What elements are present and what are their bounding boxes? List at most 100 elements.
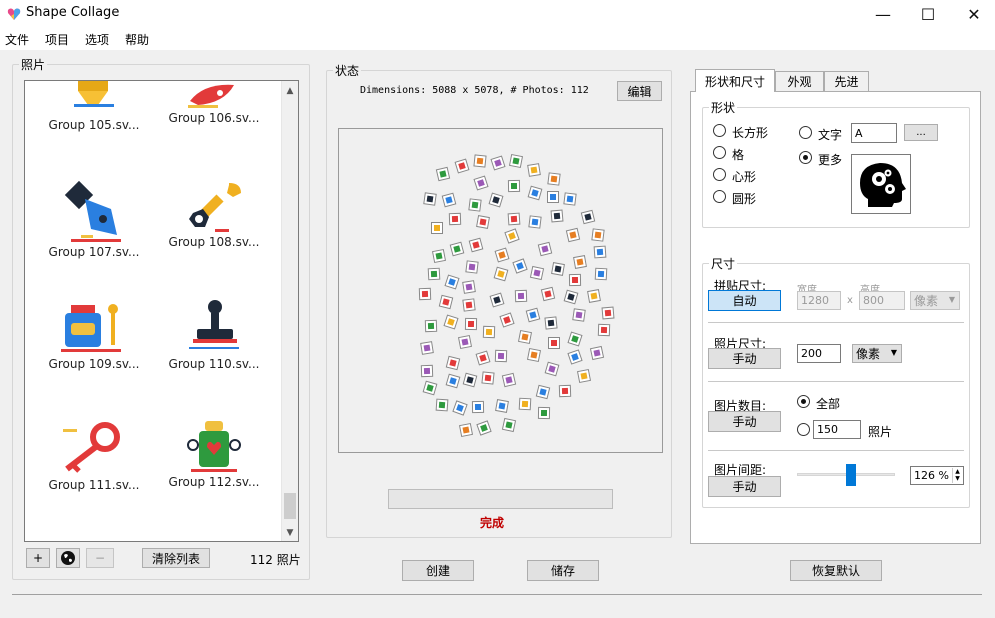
app-icon — [7, 8, 21, 20]
scroll-up-arrow[interactable]: ▲ — [282, 82, 298, 99]
collage-tile — [548, 337, 561, 350]
shape-preview[interactable] — [851, 154, 911, 214]
shape-circle-radio[interactable] — [713, 190, 726, 203]
collage-tile — [436, 167, 451, 182]
menu-bar — [0, 28, 995, 50]
collage-unit-select[interactable]: 像素 ▼ — [910, 291, 960, 310]
collage-tile — [489, 292, 505, 308]
photo-list[interactable]: Group 105.sv... Group 106.sv... Group 10… — [24, 80, 299, 542]
shape-grid-radio[interactable] — [713, 146, 726, 159]
funnel-icon — [74, 81, 114, 107]
spacing-value-input[interactable]: 126 % ▲ ▼ — [910, 466, 964, 485]
collage-tile — [476, 215, 491, 230]
collage-tile — [423, 192, 438, 206]
photo-count-input[interactable]: 150 — [813, 420, 861, 439]
collage-height-input[interactable]: 800 — [859, 291, 905, 310]
collage-tile — [526, 162, 541, 177]
collage-tile — [538, 241, 553, 257]
collage-width-input[interactable]: 1280 — [797, 291, 841, 310]
collage-tile — [507, 179, 520, 193]
photo-caption: Group 109.sv... — [48, 357, 140, 371]
photo-caption: Group 110.sv... — [168, 357, 260, 371]
tab-appearance[interactable]: 外观 — [775, 71, 824, 91]
collage-tile — [530, 265, 545, 280]
size-x-separator: x — [847, 295, 853, 306]
maximize-button[interactable]: ☐ — [905, 0, 951, 28]
chevron-down-icon: ▼ — [890, 348, 897, 357]
collage-tile — [577, 369, 592, 384]
reset-defaults-button[interactable]: 恢复默认 — [790, 560, 882, 581]
add-from-web-button[interactable] — [56, 548, 80, 568]
clear-list-button[interactable]: 清除列表 — [142, 548, 210, 568]
menu-project[interactable]: 项目 — [45, 31, 69, 48]
collage-tile — [459, 422, 474, 437]
photo-count-manual-button[interactable]: 手动 — [708, 411, 781, 432]
shape-rectangle-radio[interactable] — [713, 124, 726, 137]
menu-file[interactable]: 文件 — [5, 31, 29, 48]
photo-count-all-radio[interactable] — [797, 395, 810, 408]
collage-tile — [567, 331, 583, 347]
status-done-text: 完成 — [480, 516, 505, 530]
bottom-separator — [12, 594, 982, 595]
photo-caption: Group 112.sv... — [168, 475, 260, 489]
close-button[interactable]: ✕ — [951, 0, 995, 28]
collage-tile — [527, 215, 542, 229]
scrollbar[interactable]: ▲ ▼ — [281, 81, 298, 541]
edit-button[interactable]: 编辑 — [617, 81, 662, 101]
globe-icon — [61, 551, 75, 565]
progress-bar — [388, 489, 613, 509]
shape-more-radio[interactable] — [799, 151, 812, 164]
collage-tile — [563, 192, 577, 206]
window-title: Shape Collage — [26, 5, 120, 20]
shape-heart-label: 心形 — [732, 170, 757, 184]
photo-count-custom-radio[interactable] — [797, 423, 810, 436]
collage-tile — [527, 185, 543, 201]
collage-tile — [501, 417, 517, 432]
collage-tile — [544, 316, 558, 330]
tab-shape-size[interactable]: 形状和尺寸 — [695, 69, 775, 92]
scroll-down-arrow[interactable]: ▼ — [282, 524, 298, 541]
spacing-spinner[interactable]: ▲ ▼ — [952, 468, 962, 483]
photo-size-manual-button[interactable]: 手动 — [708, 348, 781, 369]
status-legend: 状态 — [335, 64, 360, 78]
shape-heart-radio[interactable] — [713, 168, 726, 181]
collage-tile — [473, 175, 489, 191]
shape-text-radio[interactable] — [799, 126, 812, 139]
collage-unit-value: 像素 — [914, 294, 939, 308]
photos-legend: 照片 — [21, 58, 46, 72]
collage-tile — [420, 364, 434, 377]
collage-tile — [558, 385, 571, 398]
create-button[interactable]: 创建 — [402, 560, 474, 581]
collage-tile — [444, 274, 460, 290]
collage-tile — [518, 330, 533, 345]
shape-grid-label: 格 — [732, 148, 745, 162]
minimize-button[interactable]: — — [860, 0, 906, 28]
spacing-slider-thumb[interactable] — [845, 464, 856, 486]
photo-size-input[interactable]: 200 — [797, 344, 841, 363]
menu-help[interactable]: 帮助 — [125, 31, 149, 48]
shape-browse-button[interactable]: ... — [904, 124, 938, 141]
collage-tile — [441, 192, 457, 208]
collage-tile — [427, 268, 440, 281]
collage-tile — [422, 380, 438, 396]
add-photo-button[interactable]: + — [26, 548, 50, 568]
save-button[interactable]: 储存 — [527, 560, 599, 581]
remove-photo-button[interactable]: − — [86, 548, 114, 568]
collage-tile — [473, 153, 487, 168]
photo-size-unit-select[interactable]: 像素 ▼ — [852, 344, 902, 363]
shape-text-input[interactable]: A — [851, 123, 897, 143]
sippy-cup-icon — [187, 421, 241, 472]
collage-tile — [494, 247, 510, 263]
divider — [708, 381, 964, 382]
menu-options[interactable]: 选项 — [85, 31, 109, 48]
paste-size-auto-button[interactable]: 自动 — [708, 290, 781, 311]
photo-count-unit: 照片 — [868, 425, 893, 439]
scroll-thumb[interactable] — [284, 493, 296, 519]
collage-tile — [462, 372, 478, 387]
spacing-manual-button[interactable]: 手动 — [708, 476, 781, 497]
collage-tile — [468, 198, 483, 212]
collage-tile — [445, 373, 460, 389]
shape-legend: 形状 — [711, 101, 736, 115]
tab-advanced[interactable]: 先进 — [824, 71, 869, 91]
collage-tile — [462, 298, 476, 313]
